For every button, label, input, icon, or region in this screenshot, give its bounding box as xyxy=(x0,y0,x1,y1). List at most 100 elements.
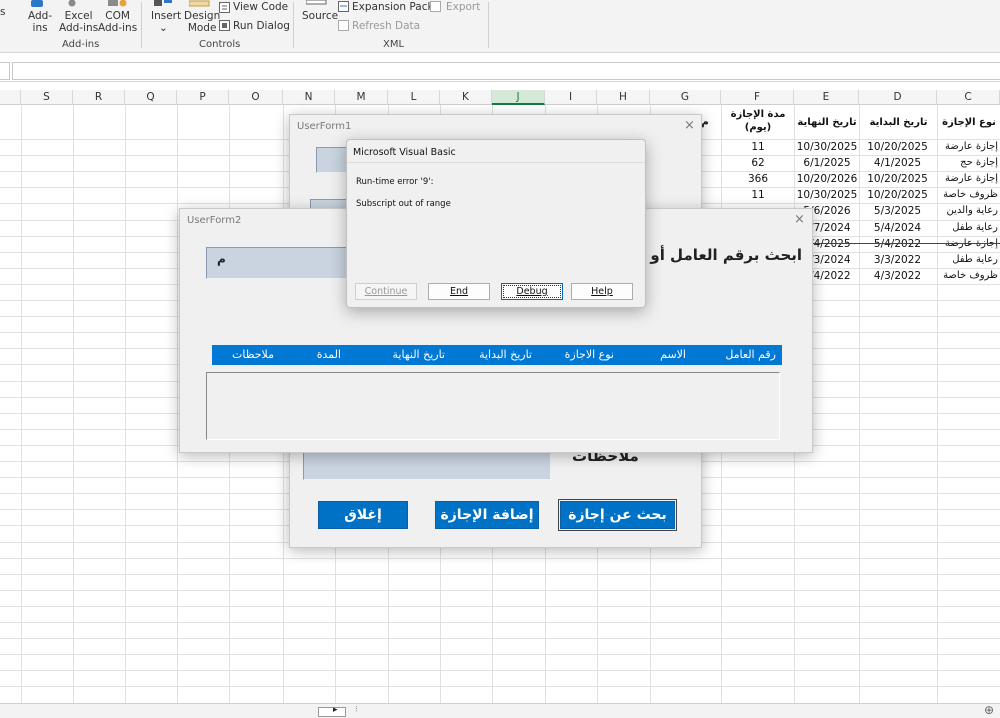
add-leave-button[interactable]: إضافة الإجازة xyxy=(435,501,539,529)
insert-dropdown-icon[interactable]: ⌄ xyxy=(159,22,168,34)
table-cell-leave-type[interactable]: إجازة عارضة xyxy=(938,141,1000,152)
column-header[interactable]: I xyxy=(545,90,597,105)
column-header[interactable]: E xyxy=(794,90,859,105)
table-cell-start-date[interactable]: 3/3/2022 xyxy=(860,254,935,266)
column-header[interactable]: C xyxy=(937,90,1000,105)
view-code-icon[interactable] xyxy=(219,2,230,13)
sheet-nav[interactable]: ▸ xyxy=(318,705,346,717)
refresh-data-button[interactable]: Refresh Data xyxy=(352,20,420,32)
column-header[interactable]: M xyxy=(335,90,388,105)
error-dialog[interactable]: Microsoft Visual Basic Run-time error '9… xyxy=(346,139,646,308)
insert-control-icon[interactable] xyxy=(154,0,174,8)
formula-input[interactable] xyxy=(12,62,1000,80)
column-header[interactable]: G xyxy=(650,90,721,105)
debug-button[interactable]: Debug xyxy=(501,283,563,300)
table-cell-duration[interactable]: 11 xyxy=(722,189,794,201)
column-header[interactable]: Q xyxy=(125,90,177,105)
com-addins-icon[interactable] xyxy=(108,0,128,8)
table-header-leave-type[interactable]: نوع الإجازة xyxy=(938,117,1000,128)
addins-icon[interactable] xyxy=(31,0,45,8)
table-cell-duration[interactable]: 11 xyxy=(722,141,794,153)
results-col-notes: ملاحظات xyxy=(232,348,274,361)
controls-group-label: Controls xyxy=(199,39,241,50)
table-header-duration[interactable]: مدة الإجازة (يوم) xyxy=(722,108,794,134)
column-header[interactable]: H xyxy=(597,90,650,105)
table-cell-start-date[interactable]: 10/20/2025 xyxy=(860,141,935,153)
table-cell-duration[interactable]: 62 xyxy=(722,157,794,169)
split-handle-icon[interactable]: ⁝ xyxy=(355,705,358,715)
expansion-packs-icon[interactable] xyxy=(338,1,349,12)
results-col-duration: المدة xyxy=(316,348,341,361)
addins-button[interactable]: Add- ins xyxy=(28,10,52,34)
com-addins-button[interactable]: COM Add-ins xyxy=(98,10,137,34)
column-header[interactable]: R xyxy=(73,90,125,105)
table-cell-end-date[interactable]: 6/1/2025 xyxy=(795,157,859,169)
run-dialog-icon[interactable] xyxy=(219,20,230,31)
add-sheet-icon[interactable]: ⊕ xyxy=(984,703,994,717)
close-icon[interactable]: × xyxy=(794,212,805,227)
sheet-nav-next-icon[interactable]: ▸ xyxy=(333,705,338,715)
table-cell-end-date[interactable]: 10/30/2025 xyxy=(795,141,859,153)
table-cell-start-date[interactable]: 5/3/2025 xyxy=(860,205,935,217)
column-header[interactable]: L xyxy=(388,90,440,105)
column-header-selected[interactable]: J xyxy=(492,90,545,105)
column-header-row-corner[interactable] xyxy=(0,90,21,105)
refresh-data-icon[interactable] xyxy=(338,20,349,31)
table-cell-leave-type[interactable]: رعاية طفل xyxy=(938,254,1000,265)
results-col-emp-id: رقم العامل xyxy=(725,348,776,361)
table-cell-leave-type[interactable]: ظروف خاصة xyxy=(938,270,1000,281)
view-code-button[interactable]: View Code xyxy=(233,1,288,13)
userform1-textbox[interactable] xyxy=(316,147,348,173)
column-header[interactable]: N xyxy=(283,90,335,105)
table-cell-leave-type[interactable]: إجازة عارضة xyxy=(938,173,1000,184)
design-mode-button[interactable]: Design Mode xyxy=(184,10,220,34)
table-cell-leave-type[interactable]: ظروف خاصة xyxy=(938,189,1000,200)
source-button[interactable]: Source xyxy=(302,10,338,22)
row-gridline xyxy=(0,590,1000,591)
excel-addins-button[interactable]: Excel Add-ins xyxy=(59,10,98,34)
table-cell-start-date[interactable]: 10/20/2025 xyxy=(860,173,935,185)
notes-input[interactable] xyxy=(303,450,551,480)
table-cell-leave-type[interactable]: رعاية طفل xyxy=(938,222,1000,233)
table-cell-start-date[interactable]: 4/1/2025 xyxy=(860,157,935,169)
help-button[interactable]: Help xyxy=(571,283,633,300)
table-cell-leave-type[interactable]: إجازة حج xyxy=(938,157,1000,168)
table-cell-leave-type[interactable]: رعاية والدين xyxy=(938,205,1000,216)
end-button[interactable]: End xyxy=(428,283,490,300)
formula-bar xyxy=(0,60,1000,82)
table-cell-start-date[interactable]: 10/20/2025 xyxy=(860,189,935,201)
table-cell-start-date[interactable]: 5/4/2022 xyxy=(860,238,935,250)
excel-addins-icon[interactable] xyxy=(66,0,78,8)
column-header[interactable]: O xyxy=(229,90,283,105)
design-mode-icon[interactable] xyxy=(189,0,211,8)
status-bar: ▸ ⁝ ⊕ xyxy=(0,703,1000,718)
insert-button[interactable]: Insert xyxy=(151,10,181,22)
close-icon[interactable]: × xyxy=(684,118,695,133)
table-header-end-date[interactable]: تاريخ النهاية xyxy=(795,117,859,128)
column-header[interactable]: F xyxy=(721,90,794,105)
source-icon[interactable] xyxy=(306,0,328,6)
column-header[interactable]: D xyxy=(859,90,937,105)
table-cell-start-date[interactable]: 5/4/2024 xyxy=(860,222,935,234)
results-listbox[interactable] xyxy=(206,372,780,440)
close-form-button[interactable]: إغلاق xyxy=(318,501,408,529)
column-header[interactable]: S xyxy=(21,90,73,105)
error-code: Run-time error '9': xyxy=(356,177,434,187)
table-header-start-date[interactable]: تاريخ البداية xyxy=(860,117,937,128)
search-leave-button[interactable]: بحث عن إجازة xyxy=(558,499,677,531)
export-button[interactable]: Export xyxy=(446,1,480,13)
column-header[interactable]: K xyxy=(440,90,492,105)
results-col-end-date: تاريخ النهاية xyxy=(392,348,446,361)
export-icon[interactable] xyxy=(430,1,441,12)
name-box[interactable] xyxy=(0,62,10,80)
table-cell-end-date[interactable]: 10/30/2025 xyxy=(795,189,859,201)
table-cell-duration[interactable]: 366 xyxy=(722,173,794,185)
table-cell-start-date[interactable]: 4/3/2022 xyxy=(860,270,935,282)
results-col-start-date: تاريخ البداية xyxy=(479,348,532,361)
continue-button[interactable]: Continue xyxy=(355,283,417,300)
column-header[interactable]: P xyxy=(177,90,229,105)
ribbon-separator xyxy=(488,2,489,48)
run-dialog-button[interactable]: Run Dialog xyxy=(233,20,290,32)
expansion-packs-button[interactable]: Expansion Packs xyxy=(352,1,439,13)
table-cell-end-date[interactable]: 10/20/2026 xyxy=(795,173,859,185)
